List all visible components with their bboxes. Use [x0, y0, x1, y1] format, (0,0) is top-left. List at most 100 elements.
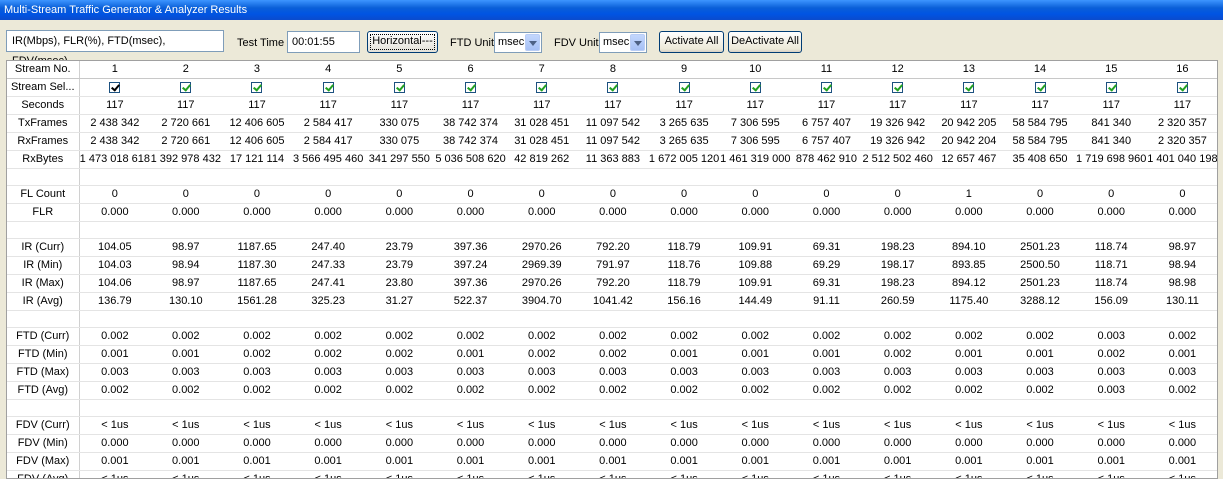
- fdv-unit-select[interactable]: msec: [599, 32, 647, 53]
- data-cell: < 1us: [363, 470, 435, 478]
- stream-select-checkbox[interactable]: [109, 81, 121, 93]
- stream-select-checkbox[interactable]: [393, 81, 405, 93]
- data-cell: 330 075: [363, 132, 435, 151]
- stream-select-cell[interactable]: [790, 78, 863, 97]
- spacer-row: [7, 221, 1217, 239]
- stream-select-checkbox[interactable]: [251, 81, 263, 93]
- stream-number-header[interactable]: 16: [1146, 61, 1217, 79]
- data-cell: 117: [1146, 96, 1217, 115]
- stream-select-checkbox[interactable]: [180, 81, 192, 93]
- empty-cell: [221, 310, 293, 328]
- stream-number-header[interactable]: 7: [506, 61, 578, 79]
- stream-select-cell[interactable]: [862, 78, 934, 97]
- stream-select-cell[interactable]: [648, 78, 720, 97]
- data-cell: 2501.23: [1004, 238, 1076, 257]
- stream-number-header[interactable]: 15: [1075, 61, 1147, 79]
- stream-number-header[interactable]: 14: [1004, 61, 1076, 79]
- data-cell: < 1us: [506, 416, 578, 435]
- stream-select-cell[interactable]: [221, 78, 293, 97]
- stream-select-checkbox[interactable]: [1105, 81, 1117, 93]
- stream-select-cell[interactable]: [1146, 78, 1217, 97]
- stream-number-header[interactable]: 6: [434, 61, 507, 79]
- stream-select-cell[interactable]: [1004, 78, 1076, 97]
- fdv-unit-value: msec: [603, 36, 630, 48]
- stream-select-cell[interactable]: [719, 78, 791, 97]
- data-cell: 109.88: [719, 256, 791, 275]
- stream-select-checkbox[interactable]: [322, 81, 334, 93]
- activate-all-button[interactable]: Activate All: [659, 31, 724, 53]
- stream-select-checkbox[interactable]: [820, 81, 832, 93]
- stream-number-header[interactable]: 3: [221, 61, 293, 79]
- spacer-row: [7, 310, 1217, 328]
- spacer-row: [7, 168, 1217, 186]
- deactivate-all-button[interactable]: DeActivate All: [728, 31, 802, 53]
- data-cell: 109.91: [719, 238, 791, 257]
- stream-number-header[interactable]: 12: [862, 61, 934, 79]
- data-cell: < 1us: [1004, 416, 1076, 435]
- empty-cell: [506, 221, 578, 239]
- stream-number-header[interactable]: 2: [150, 61, 222, 79]
- data-cell: 841 340: [1075, 114, 1147, 133]
- stream-select-cell[interactable]: [79, 78, 151, 97]
- ftd-unit-select[interactable]: msec: [494, 32, 542, 53]
- stream-select-checkbox[interactable]: [678, 81, 690, 93]
- data-cell: 0.000: [434, 203, 507, 222]
- data-cell: 0.001: [1075, 452, 1147, 471]
- stream-select-checkbox[interactable]: [892, 81, 904, 93]
- data-cell: < 1us: [292, 416, 364, 435]
- data-cell: 20 942 204: [933, 132, 1005, 151]
- stream-number-header[interactable]: 10: [719, 61, 791, 79]
- empty-cell: [1075, 221, 1147, 239]
- stream-number-header[interactable]: 11: [790, 61, 863, 79]
- data-cell: 260.59: [862, 292, 934, 311]
- stream-select-checkbox[interactable]: [749, 81, 761, 93]
- stream-number-header[interactable]: 5: [363, 61, 435, 79]
- data-cell: 1 401 040 198: [1146, 150, 1217, 169]
- data-cell: 0.001: [648, 452, 720, 471]
- results-table: Stream No. 1 2 3 4 5 6 7 8 9 10 11 12 13 14 15 16 Stream …: [7, 61, 1217, 478]
- stream-select-checkbox[interactable]: [465, 81, 477, 93]
- data-row: FDV (Max) 0.001 0.001 0.001 0.001 0.001 0.001 0…: [7, 452, 1217, 471]
- stream-select-checkbox[interactable]: [1176, 81, 1188, 93]
- stream-select-cell[interactable]: [933, 78, 1005, 97]
- stream-select-checkbox[interactable]: [536, 81, 548, 93]
- stream-number-header[interactable]: 8: [577, 61, 649, 79]
- empty-cell: [648, 399, 720, 417]
- row-label: FTD (Curr): [7, 327, 80, 346]
- data-cell: 792.20: [577, 274, 649, 293]
- stream-select-cell[interactable]: [506, 78, 578, 97]
- data-cell: 0: [648, 185, 720, 204]
- stream-select-cell[interactable]: [577, 78, 649, 97]
- stream-select-checkbox[interactable]: [1034, 81, 1046, 93]
- data-cell: 0.002: [790, 381, 863, 400]
- stream-select-cell[interactable]: [150, 78, 222, 97]
- data-cell: 0: [1146, 185, 1217, 204]
- stream-number-header[interactable]: 1: [79, 61, 151, 79]
- stream-select-checkbox[interactable]: [963, 81, 975, 93]
- stream-select-cell[interactable]: [363, 78, 435, 97]
- data-cell: 0: [719, 185, 791, 204]
- chevron-down-icon[interactable]: [525, 34, 540, 51]
- stream-number-header[interactable]: 13: [933, 61, 1005, 79]
- data-cell: 6 757 407: [790, 132, 863, 151]
- test-time-field[interactable]: 00:01:55: [287, 31, 360, 53]
- row-label: FDV (Max): [7, 452, 80, 471]
- data-cell: 98.97: [1146, 238, 1217, 257]
- stream-number-header[interactable]: 4: [292, 61, 364, 79]
- stream-select-cell[interactable]: [1075, 78, 1147, 97]
- data-cell: 0.003: [790, 363, 863, 382]
- row-label: RxBytes: [7, 150, 80, 169]
- column-header-label: Stream No.: [7, 61, 80, 79]
- data-cell: 0.001: [79, 345, 151, 364]
- empty-cell: [790, 168, 863, 186]
- stream-select-checkbox[interactable]: [607, 81, 619, 93]
- stream-select-cell[interactable]: [292, 78, 364, 97]
- stream-select-cell[interactable]: [434, 78, 507, 97]
- orientation-button[interactable]: Horizontal---: [367, 31, 438, 53]
- data-cell: 118.79: [648, 274, 720, 293]
- row-label: FTD (Max): [7, 363, 80, 382]
- data-cell: 69.29: [790, 256, 863, 275]
- stream-number-header[interactable]: 9: [648, 61, 720, 79]
- results-grid[interactable]: Stream No. 1 2 3 4 5 6 7 8 9 10 11 12 13 14 15 16 Stream …: [6, 60, 1218, 479]
- chevron-down-icon[interactable]: [630, 34, 645, 51]
